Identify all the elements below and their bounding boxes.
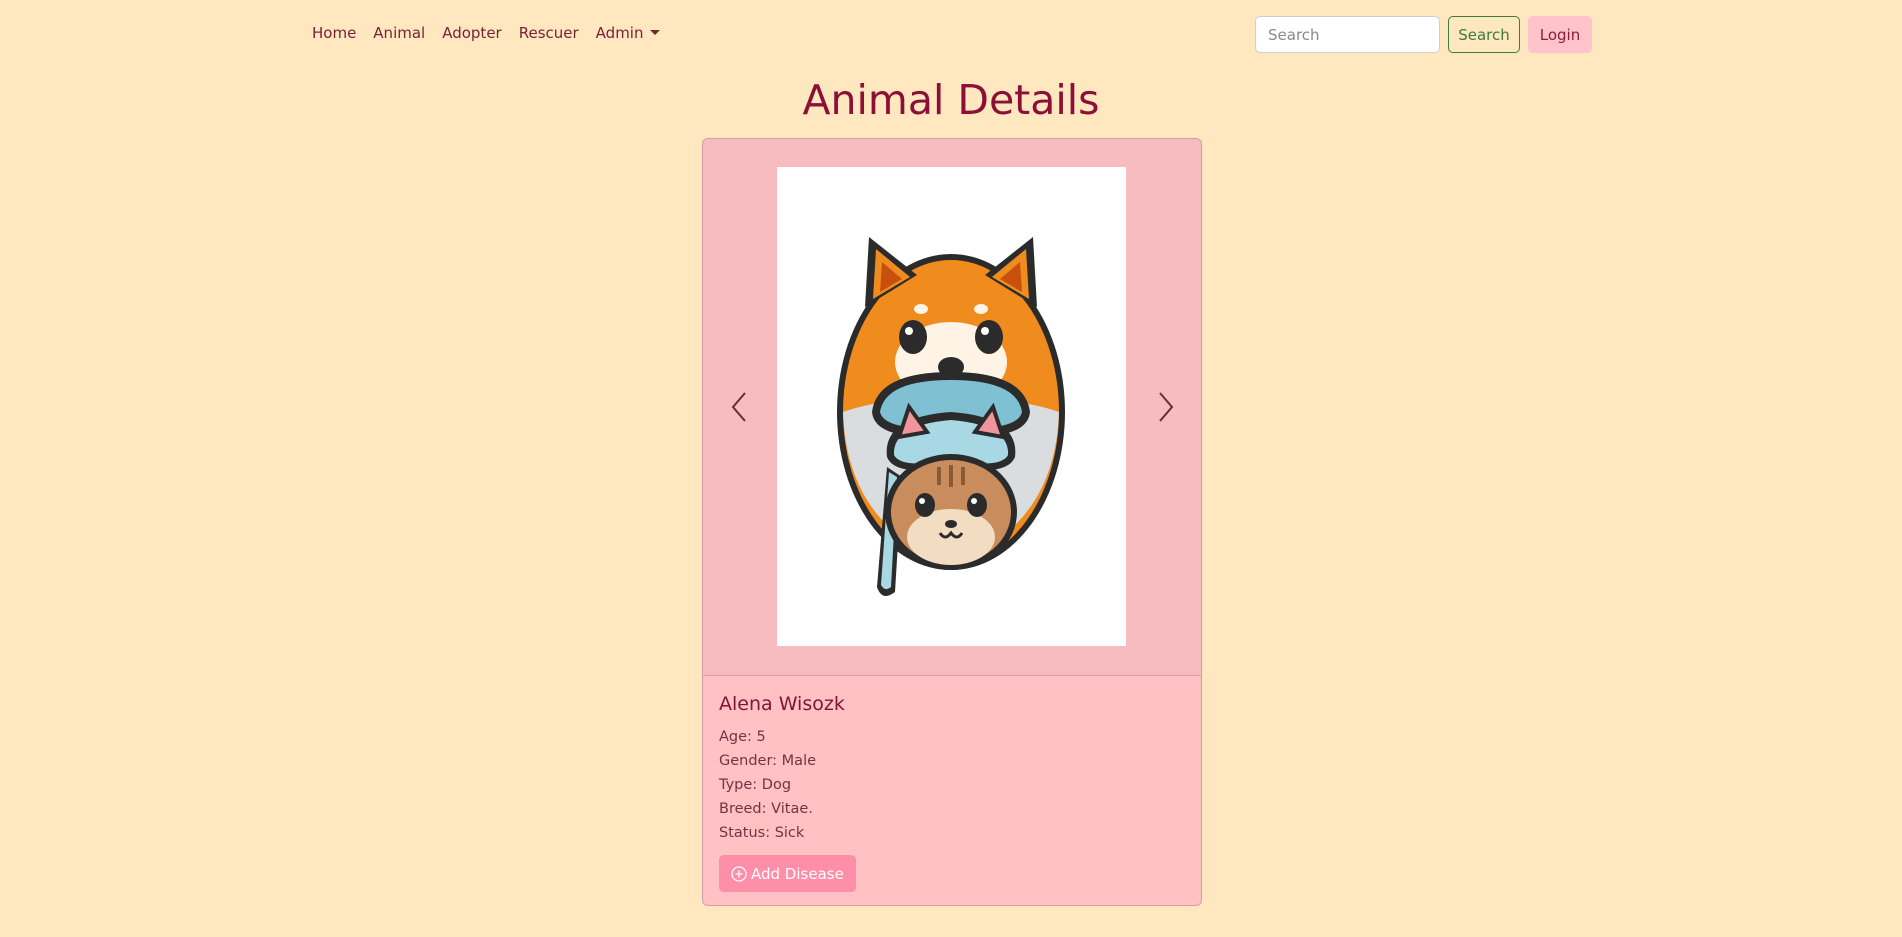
animal-type: Type: Dog [719,777,792,793]
carousel-prev-button[interactable] [725,387,755,427]
animal-name: Alena Wisozk [719,693,845,715]
animal-card: Alena Wisozk Age: 5 Gender: Male Type: D… [702,138,1202,906]
animal-age: Age: 5 [719,729,766,745]
nav-link-animal[interactable]: Animal [373,24,425,42]
carousel-next-button[interactable] [1150,387,1180,427]
caret-down-icon [650,30,661,35]
card-body: Alena Wisozk Age: 5 Gender: Male Type: D… [719,693,1179,892]
login-button[interactable]: Login [1528,16,1592,53]
navbar: Home Animal Adopter Rescuer Admin Search… [0,0,1902,70]
image-carousel [703,139,1201,676]
nav-dropdown-admin[interactable]: Admin [596,24,661,42]
add-disease-button[interactable]: Add Disease [719,855,856,892]
nav-link-admin-label: Admin [595,24,644,42]
nav-link-adopter[interactable]: Adopter [442,24,502,42]
nav-link-home[interactable]: Home [312,24,356,42]
animal-photo [777,167,1126,646]
chevron-left-icon [731,392,746,422]
add-disease-label: Add Disease [751,864,844,883]
page-title: Animal Details [802,76,1100,124]
search-button[interactable]: Search [1448,16,1520,53]
animal-gender: Gender: Male [719,753,817,769]
chevron-right-icon [1159,392,1174,422]
animal-status: Status: Sick [719,825,805,841]
nav-links: Home Animal Adopter Rescuer Admin [312,24,661,42]
carousel-slide [777,167,1126,646]
plus-circle-icon [731,865,747,882]
nav-link-rescuer[interactable]: Rescuer [519,24,579,42]
search-input[interactable] [1255,16,1440,53]
animal-breed: Breed: Vitae. [719,801,813,817]
